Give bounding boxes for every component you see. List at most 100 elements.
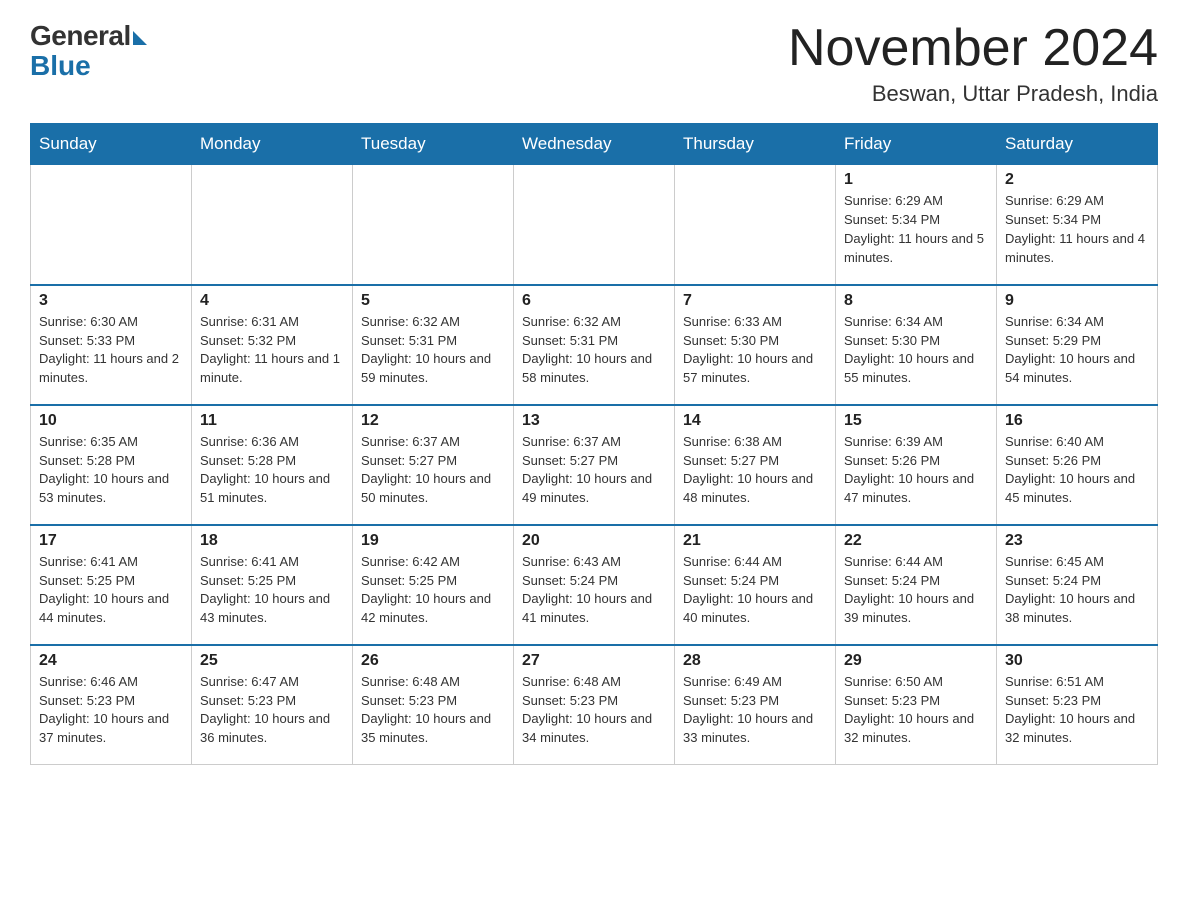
day-info: Sunrise: 6:41 AM Sunset: 5:25 PM Dayligh…: [200, 553, 344, 628]
day-cell: [192, 165, 353, 285]
day-info: Sunrise: 6:49 AM Sunset: 5:23 PM Dayligh…: [683, 673, 827, 748]
week-row-4: 17Sunrise: 6:41 AM Sunset: 5:25 PM Dayli…: [31, 525, 1158, 645]
day-cell: [675, 165, 836, 285]
day-info: Sunrise: 6:29 AM Sunset: 5:34 PM Dayligh…: [844, 192, 988, 267]
header-cell-thursday: Thursday: [675, 124, 836, 165]
day-cell: 20 Sunrise: 6:43 AM Sunset: 5:24 PM Dayli…: [514, 525, 675, 645]
day-number: 4: [200, 292, 344, 310]
day-cell: 1Sunrise: 6:29 AM Sunset: 5:34 PM Daylig…: [836, 165, 997, 285]
page-header: General Blue November 2024 Beswan, Uttar…: [30, 20, 1158, 107]
day-info: Sunrise: 6:29 AM Sunset: 5:34 PM Dayligh…: [1005, 192, 1149, 267]
day-info: Sunrise: 6:41 AM Sunset: 5:25 PM Dayligh…: [39, 553, 183, 628]
day-cell: 16Sunrise: 6:40 AM Sunset: 5:26 PM Dayli…: [997, 405, 1158, 525]
day-info: Sunrise: 6:35 AM Sunset: 5:28 PM Dayligh…: [39, 433, 183, 508]
day-info: Sunrise: 6:47 AM Sunset: 5:23 PM Dayligh…: [200, 673, 344, 748]
day-number: 21: [683, 532, 827, 550]
day-cell: 13 Sunrise: 6:37 AM Sunset: 5:27 PM Dayli…: [514, 405, 675, 525]
day-info: Sunrise: 6:30 AM Sunset: 5:33 PM Dayligh…: [39, 313, 183, 388]
day-info: Sunrise: 6:37 AM Sunset: 5:27 PM Dayligh…: [522, 433, 666, 508]
day-number: 9: [1005, 292, 1149, 310]
logo-arrow-icon: [133, 31, 147, 45]
day-cell: 17Sunrise: 6:41 AM Sunset: 5:25 PM Dayli…: [31, 525, 192, 645]
day-number: 20: [522, 532, 666, 550]
day-info: Sunrise: 6:31 AM Sunset: 5:32 PM Dayligh…: [200, 313, 344, 388]
day-cell: 23 Sunrise: 6:45 AM Sunset: 5:24 PM Dayli…: [997, 525, 1158, 645]
header-cell-friday: Friday: [836, 124, 997, 165]
week-row-2: 3 Sunrise: 6:30 AM Sunset: 5:33 PM Daylig…: [31, 285, 1158, 405]
day-info: Sunrise: 6:50 AM Sunset: 5:23 PM Dayligh…: [844, 673, 988, 748]
day-cell: 30 Sunrise: 6:51 AM Sunset: 5:23 PM Dayli…: [997, 645, 1158, 765]
day-info: Sunrise: 6:32 AM Sunset: 5:31 PM Dayligh…: [522, 313, 666, 388]
day-cell: 12Sunrise: 6:37 AM Sunset: 5:27 PM Dayli…: [353, 405, 514, 525]
day-cell: [514, 165, 675, 285]
day-number: 27: [522, 652, 666, 670]
day-number: 2: [1005, 171, 1149, 189]
header-row: SundayMondayTuesdayWednesdayThursdayFrid…: [31, 124, 1158, 165]
day-cell: 6 Sunrise: 6:32 AM Sunset: 5:31 PM Daylig…: [514, 285, 675, 405]
day-info: Sunrise: 6:38 AM Sunset: 5:27 PM Dayligh…: [683, 433, 827, 508]
day-info: Sunrise: 6:32 AM Sunset: 5:31 PM Dayligh…: [361, 313, 505, 388]
day-number: 5: [361, 292, 505, 310]
day-cell: 4 Sunrise: 6:31 AM Sunset: 5:32 PM Daylig…: [192, 285, 353, 405]
day-number: 29: [844, 652, 988, 670]
day-number: 22: [844, 532, 988, 550]
day-cell: 7 Sunrise: 6:33 AM Sunset: 5:30 PM Daylig…: [675, 285, 836, 405]
day-number: 10: [39, 412, 183, 430]
day-number: 8: [844, 292, 988, 310]
day-cell: 18 Sunrise: 6:41 AM Sunset: 5:25 PM Dayli…: [192, 525, 353, 645]
day-number: 30: [1005, 652, 1149, 670]
day-info: Sunrise: 6:34 AM Sunset: 5:29 PM Dayligh…: [1005, 313, 1149, 388]
day-info: Sunrise: 6:51 AM Sunset: 5:23 PM Dayligh…: [1005, 673, 1149, 748]
day-cell: 11 Sunrise: 6:36 AM Sunset: 5:28 PM Dayli…: [192, 405, 353, 525]
day-number: 12: [361, 412, 505, 430]
day-info: Sunrise: 6:43 AM Sunset: 5:24 PM Dayligh…: [522, 553, 666, 628]
day-number: 11: [200, 412, 344, 430]
calendar-table: SundayMondayTuesdayWednesdayThursdayFrid…: [30, 123, 1158, 765]
day-cell: 10 Sunrise: 6:35 AM Sunset: 5:28 PM Dayli…: [31, 405, 192, 525]
day-cell: 19 Sunrise: 6:42 AM Sunset: 5:25 PM Dayli…: [353, 525, 514, 645]
day-info: Sunrise: 6:45 AM Sunset: 5:24 PM Dayligh…: [1005, 553, 1149, 628]
day-number: 19: [361, 532, 505, 550]
day-cell: 14 Sunrise: 6:38 AM Sunset: 5:27 PM Dayli…: [675, 405, 836, 525]
day-number: 18: [200, 532, 344, 550]
title-block: November 2024 Beswan, Uttar Pradesh, Ind…: [788, 20, 1158, 107]
calendar-subtitle: Beswan, Uttar Pradesh, India: [788, 81, 1158, 107]
day-cell: 8Sunrise: 6:34 AM Sunset: 5:30 PM Daylig…: [836, 285, 997, 405]
day-cell: 2 Sunrise: 6:29 AM Sunset: 5:34 PM Daylig…: [997, 165, 1158, 285]
header-cell-wednesday: Wednesday: [514, 124, 675, 165]
day-number: 25: [200, 652, 344, 670]
day-info: Sunrise: 6:39 AM Sunset: 5:26 PM Dayligh…: [844, 433, 988, 508]
day-number: 14: [683, 412, 827, 430]
day-number: 23: [1005, 532, 1149, 550]
day-number: 7: [683, 292, 827, 310]
day-number: 16: [1005, 412, 1149, 430]
logo-blue-text: Blue: [30, 52, 91, 80]
day-info: Sunrise: 6:48 AM Sunset: 5:23 PM Dayligh…: [522, 673, 666, 748]
day-info: Sunrise: 6:46 AM Sunset: 5:23 PM Dayligh…: [39, 673, 183, 748]
header-cell-monday: Monday: [192, 124, 353, 165]
day-number: 6: [522, 292, 666, 310]
day-cell: 22Sunrise: 6:44 AM Sunset: 5:24 PM Dayli…: [836, 525, 997, 645]
header-cell-sunday: Sunday: [31, 124, 192, 165]
day-number: 24: [39, 652, 183, 670]
day-number: 28: [683, 652, 827, 670]
day-cell: 24 Sunrise: 6:46 AM Sunset: 5:23 PM Dayli…: [31, 645, 192, 765]
week-row-1: 1Sunrise: 6:29 AM Sunset: 5:34 PM Daylig…: [31, 165, 1158, 285]
day-cell: 21 Sunrise: 6:44 AM Sunset: 5:24 PM Dayli…: [675, 525, 836, 645]
logo: General Blue: [30, 20, 147, 80]
day-number: 13: [522, 412, 666, 430]
day-number: 3: [39, 292, 183, 310]
day-cell: 3 Sunrise: 6:30 AM Sunset: 5:33 PM Daylig…: [31, 285, 192, 405]
week-row-3: 10 Sunrise: 6:35 AM Sunset: 5:28 PM Dayli…: [31, 405, 1158, 525]
day-number: 15: [844, 412, 988, 430]
day-cell: 28 Sunrise: 6:49 AM Sunset: 5:23 PM Dayli…: [675, 645, 836, 765]
day-info: Sunrise: 6:44 AM Sunset: 5:24 PM Dayligh…: [683, 553, 827, 628]
day-cell: 29 Sunrise: 6:50 AM Sunset: 5:23 PM Dayli…: [836, 645, 997, 765]
calendar-title: November 2024: [788, 20, 1158, 77]
day-cell: [31, 165, 192, 285]
day-info: Sunrise: 6:42 AM Sunset: 5:25 PM Dayligh…: [361, 553, 505, 628]
header-cell-tuesday: Tuesday: [353, 124, 514, 165]
day-info: Sunrise: 6:33 AM Sunset: 5:30 PM Dayligh…: [683, 313, 827, 388]
day-cell: 15 Sunrise: 6:39 AM Sunset: 5:26 PM Dayli…: [836, 405, 997, 525]
day-info: Sunrise: 6:36 AM Sunset: 5:28 PM Dayligh…: [200, 433, 344, 508]
